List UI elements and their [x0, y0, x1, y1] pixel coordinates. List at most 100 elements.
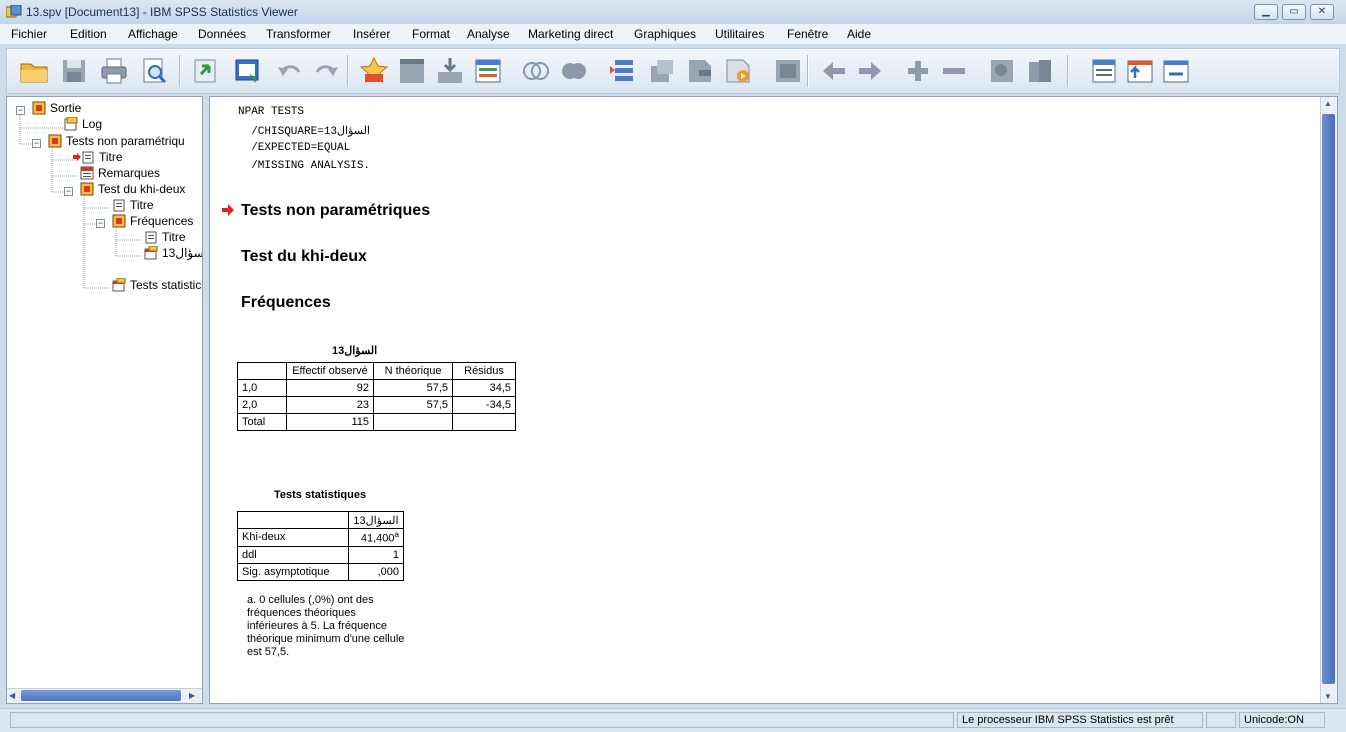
- menu-analyse[interactable]: Analyse: [467, 27, 510, 41]
- stats-table-footnote: a. 0 cellules (,0%) ont des fréquences t…: [247, 594, 405, 658]
- minus-icon[interactable]: [939, 56, 969, 86]
- table-cell: 57,5: [373, 379, 453, 397]
- toolbar-separator: [807, 55, 809, 87]
- table-icon: [112, 278, 126, 292]
- open-folder-icon[interactable]: [19, 56, 49, 86]
- row-label: Total: [237, 413, 287, 431]
- plus-icon[interactable]: [903, 56, 933, 86]
- collapse-toggle[interactable]: −: [64, 187, 73, 196]
- redo-icon[interactable]: [311, 56, 341, 86]
- expand-icon[interactable]: [723, 56, 753, 86]
- tree-item-label: Titre: [99, 150, 123, 164]
- table-cell: -34,5: [452, 396, 516, 414]
- title-icon: [113, 199, 125, 212]
- table-cell: 34,5: [452, 379, 516, 397]
- frequency-table[interactable]: Effectif observé N théorique Résidus 1,0…: [237, 362, 516, 431]
- hide-icon[interactable]: [559, 56, 589, 86]
- status-unicode: Unicode:ON: [1239, 712, 1325, 728]
- stats-table[interactable]: السؤال13 Khi-deux 41,400a ddl 1 Sig. asy…: [237, 511, 404, 581]
- syntax-line: /MISSING ANALYSIS.: [238, 160, 371, 172]
- designated-window-icon[interactable]: [607, 56, 637, 86]
- table-header-cell: Effectif observé: [286, 362, 374, 380]
- tree-item-label: السؤال13: [162, 246, 203, 260]
- table-row: Khi-deux 41,400a: [237, 528, 404, 547]
- goto-variable-icon[interactable]: [435, 56, 465, 86]
- tree-connector-lines: [19, 113, 141, 289]
- book-icon: [80, 182, 94, 196]
- tree-item-label: Tests statistic: [130, 278, 202, 292]
- scroll-down-icon[interactable]: ▼: [1324, 692, 1332, 701]
- insert-title-icon[interactable]: [1125, 56, 1155, 86]
- scroll-thumb[interactable]: [21, 690, 181, 701]
- variables-icon[interactable]: [473, 56, 503, 86]
- menu-donnees[interactable]: Données: [198, 27, 246, 41]
- syntax-line: /EXPECTED=EQUAL: [238, 142, 351, 154]
- row-label: Khi-deux: [237, 528, 349, 547]
- menu-transformer[interactable]: Transformer: [266, 27, 331, 41]
- table-header-cell: [237, 362, 287, 380]
- row-label: 1,0: [237, 379, 287, 397]
- collapse-icon[interactable]: [773, 56, 803, 86]
- table-cell: 92: [286, 379, 374, 397]
- goto-case-icon[interactable]: [397, 56, 427, 86]
- table-icon: [144, 246, 158, 260]
- show-item-icon[interactable]: [1025, 56, 1055, 86]
- menu-inserer[interactable]: Insérer: [353, 27, 390, 41]
- output-content-pane[interactable]: NPAR TESTS /CHISQUARE=13السؤال /EXPECTED…: [209, 96, 1338, 704]
- log-icon: [64, 117, 78, 131]
- hide-item-icon[interactable]: [987, 56, 1017, 86]
- collapse-toggle[interactable]: −: [16, 106, 25, 115]
- heading-test-du-khi-deux[interactable]: Test du khi-deux: [241, 248, 367, 266]
- menu-edition[interactable]: Edition: [70, 27, 107, 41]
- menu-marketing-direct[interactable]: Marketing direct: [528, 27, 613, 41]
- show-all-icon[interactable]: [521, 56, 551, 86]
- scroll-right-icon[interactable]: ▶: [189, 690, 199, 701]
- heading-frequences[interactable]: Fréquences: [241, 294, 331, 312]
- recall-dialog-icon[interactable]: [233, 56, 263, 86]
- outline-pane[interactable]: − Sortie Log − Tests non paramétriqu Tit…: [6, 96, 203, 704]
- book-icon: [32, 101, 46, 115]
- menu-aide[interactable]: Aide: [847, 27, 871, 41]
- insert-text-icon[interactable]: [1161, 56, 1191, 86]
- close-button[interactable]: ✕: [1310, 4, 1334, 20]
- export-icon[interactable]: [191, 56, 221, 86]
- menu-affichage[interactable]: Affichage: [128, 27, 178, 41]
- print-icon[interactable]: [99, 56, 129, 86]
- menu-utilitaires[interactable]: Utilitaires: [715, 27, 764, 41]
- goto-data-icon[interactable]: [359, 56, 389, 86]
- frequency-table-caption: السؤال13: [332, 345, 378, 357]
- collapse-toggle[interactable]: −: [32, 139, 41, 148]
- table-header-cell: Résidus: [452, 362, 516, 380]
- promote-icon[interactable]: [647, 56, 677, 86]
- collapse-toggle[interactable]: −: [96, 219, 105, 228]
- minimize-button[interactable]: ▁: [1254, 4, 1278, 20]
- menu-format[interactable]: Format: [412, 27, 450, 41]
- scroll-up-icon[interactable]: ▲: [1324, 99, 1332, 108]
- table-cell: [452, 413, 516, 431]
- undo-icon[interactable]: [275, 56, 305, 86]
- table-header-cell: N théorique: [373, 362, 453, 380]
- forward-icon[interactable]: [855, 56, 885, 86]
- content-vertical-scrollbar[interactable]: ▲ ▼: [1320, 97, 1337, 703]
- back-icon[interactable]: [819, 56, 849, 86]
- print-preview-icon[interactable]: [139, 56, 169, 86]
- table-header-row: Effectif observé N théorique Résidus: [237, 362, 516, 380]
- stat-value: 41,400: [360, 532, 395, 545]
- current-item-arrow-icon: [222, 204, 234, 216]
- table-header-row: السؤال13: [237, 511, 404, 529]
- save-icon[interactable]: [59, 56, 89, 86]
- outline-horizontal-scrollbar[interactable]: ◀ ▶: [7, 688, 202, 703]
- menu-graphiques[interactable]: Graphiques: [634, 27, 696, 41]
- heading-tests-non-parametriques[interactable]: Tests non paramétriques: [241, 202, 430, 220]
- scroll-left-icon[interactable]: ◀: [9, 690, 19, 701]
- table-cell: 41,400a: [348, 528, 404, 547]
- toolbar-separator: [1067, 55, 1069, 87]
- tree-item-label: Log: [82, 117, 103, 131]
- scroll-thumb[interactable]: [1322, 114, 1335, 684]
- insert-heading-icon[interactable]: [1089, 56, 1119, 86]
- maximize-button[interactable]: ▭: [1282, 4, 1306, 20]
- table-row: Total 115: [237, 413, 516, 431]
- menu-fenetre[interactable]: Fenêtre: [787, 27, 828, 41]
- menu-fichier[interactable]: Fichier: [11, 27, 47, 41]
- demote-icon[interactable]: [685, 56, 715, 86]
